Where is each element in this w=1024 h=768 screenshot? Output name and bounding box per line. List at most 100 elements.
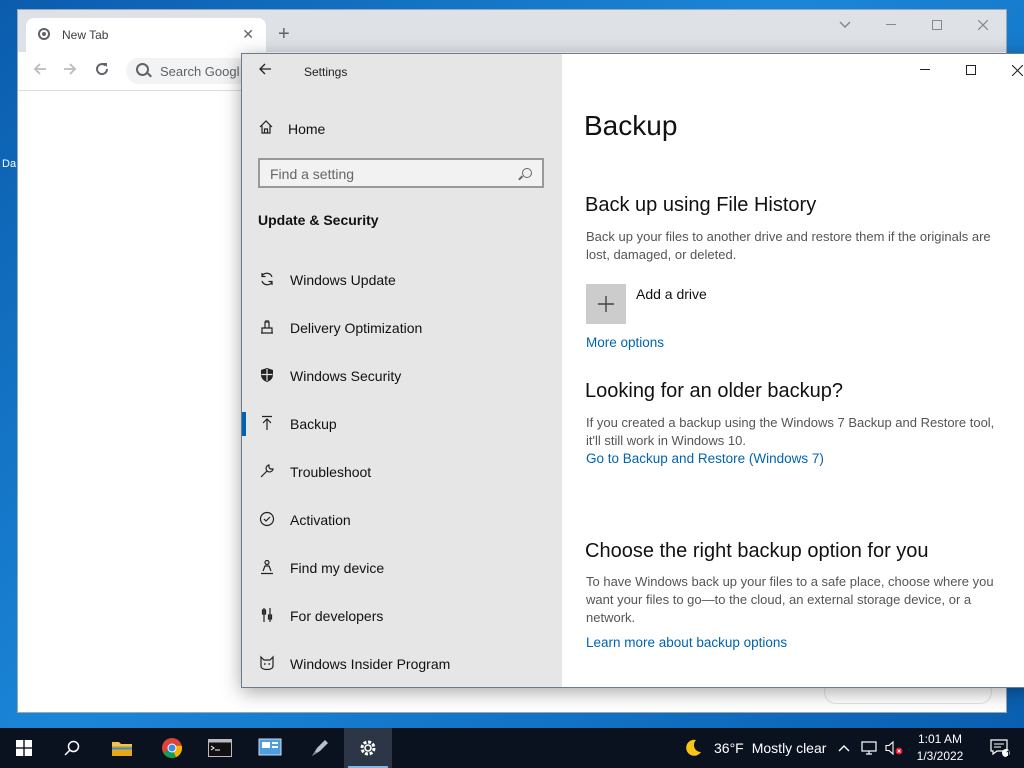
sidebar-item-backup[interactable]: Backup xyxy=(242,402,562,446)
weather-temperature: 36°F xyxy=(714,740,744,756)
close-icon[interactable] xyxy=(994,54,1024,86)
sidebar-item-delivery-optimization[interactable]: Delivery Optimization xyxy=(242,306,562,350)
clock-date: 1/3/2022 xyxy=(916,749,964,763)
chrome-maximize-icon[interactable] xyxy=(914,10,960,40)
page-title: Backup xyxy=(584,110,678,141)
sidebar-item-for-developers[interactable]: For developers xyxy=(242,594,562,638)
taskbar: 36°F Mostly clear 1:01 AM 1/3/2022 1 xyxy=(0,728,1024,768)
taskbar-clock[interactable]: 1:01 AM 1/3/2022 xyxy=(905,731,975,765)
back-arrow-icon[interactable] xyxy=(32,61,48,82)
chrome-close-icon[interactable] xyxy=(960,10,1006,40)
home-label: Home xyxy=(288,121,326,137)
sidebar-item-windows-insider-program[interactable]: Windows Insider Program xyxy=(242,642,562,686)
volume-button[interactable] xyxy=(884,728,904,768)
chrome-tab-bar: New Tab ✕ + xyxy=(18,10,1006,52)
search-icon xyxy=(136,63,149,76)
learn-more-backup-link[interactable]: Learn more about backup options xyxy=(586,635,787,650)
tab-close-icon[interactable]: ✕ xyxy=(242,26,254,43)
app-taskbar-button[interactable] xyxy=(296,728,344,768)
settings-sidebar: Settings Home Find a setting Update & Se… xyxy=(242,54,562,687)
chrome-minimize-icon[interactable] xyxy=(868,10,914,40)
settings-window-controls xyxy=(902,54,1024,86)
start-button[interactable] xyxy=(0,728,48,768)
home-nav-item[interactable]: Home xyxy=(258,118,325,140)
weather-widget[interactable]: 36°F Mostly clear xyxy=(682,728,826,768)
taskbar-search-button[interactable] xyxy=(48,728,96,768)
chrome-tab-title: New Tab xyxy=(62,28,109,42)
terminal-taskbar-button[interactable] xyxy=(196,728,244,768)
show-hidden-icons-button[interactable] xyxy=(838,728,850,768)
section-title: Update & Security xyxy=(258,212,379,228)
home-icon xyxy=(258,119,274,140)
sidebar-item-troubleshoot[interactable]: Troubleshoot xyxy=(242,450,562,494)
new-tab-button[interactable]: + xyxy=(278,24,290,44)
add-drive-label: Add a drive xyxy=(636,286,707,302)
chrome-logo-icon xyxy=(162,738,183,759)
add-drive-button[interactable]: Add a drive xyxy=(586,284,707,324)
window-title: Settings xyxy=(304,65,348,79)
rocket-app-icon xyxy=(312,740,328,756)
notification-count: 1 xyxy=(1006,749,1012,759)
moon-icon xyxy=(686,739,701,756)
control-panel-icon xyxy=(258,738,282,756)
windows-logo-icon xyxy=(16,740,32,756)
search-placeholder: Find a setting xyxy=(270,166,355,182)
sidebar-item-find-my-device[interactable]: Find my device xyxy=(242,546,562,590)
plus-icon xyxy=(586,284,626,324)
person-locate-icon xyxy=(258,558,276,576)
sidebar-item-label: Find my device xyxy=(290,560,385,576)
choose-option-description: To have Windows back up your files to a … xyxy=(586,574,994,625)
forward-arrow-icon[interactable] xyxy=(62,61,78,82)
sidebar-item-label: Delivery Optimization xyxy=(290,320,423,336)
sidebar-item-label: Windows Security xyxy=(290,368,402,384)
maximize-icon[interactable] xyxy=(948,54,994,86)
chevron-up-icon xyxy=(838,745,850,752)
sidebar-item-activation[interactable]: Activation xyxy=(242,498,562,542)
action-center-button[interactable]: 1 xyxy=(976,728,1024,768)
desktop-icon-label-fragment[interactable]: Da xyxy=(2,158,16,170)
sidebar-item-windows-security[interactable]: Windows Security xyxy=(242,354,562,398)
minimize-icon[interactable] xyxy=(902,54,948,86)
upload-arrow-icon xyxy=(258,414,276,432)
folder-icon xyxy=(112,742,132,756)
weather-condition: Mostly clear xyxy=(751,740,827,756)
backup-restore-windows7-link[interactable]: Go to Backup and Restore (Windows 7) xyxy=(586,451,824,466)
tab-search-chevron-icon[interactable] xyxy=(822,10,868,40)
file-explorer-button[interactable] xyxy=(98,728,146,768)
older-backup-description: If you created a backup using the Window… xyxy=(586,415,995,448)
terminal-icon xyxy=(208,739,232,757)
clock-time: 1:01 AM xyxy=(917,732,963,746)
wrench-icon xyxy=(258,462,276,480)
search-icon xyxy=(522,168,532,178)
settings-search-input[interactable]: Find a setting xyxy=(258,158,544,188)
chrome-taskbar-button[interactable] xyxy=(148,728,196,768)
omnibox-placeholder: Search Googl xyxy=(160,64,240,79)
older-backup-heading: Looking for an older backup? xyxy=(585,380,843,402)
network-icon xyxy=(861,741,877,755)
network-button[interactable] xyxy=(860,728,878,768)
sidebar-item-label: Activation xyxy=(290,512,351,528)
delivery-icon xyxy=(258,318,276,336)
sidebar-item-label: Backup xyxy=(290,416,337,432)
control-panel-taskbar-button[interactable] xyxy=(246,728,294,768)
settings-taskbar-button[interactable] xyxy=(344,728,392,768)
chrome-favicon-icon xyxy=(38,28,50,40)
chrome-tab-new-tab[interactable]: New Tab ✕ xyxy=(26,18,266,52)
insider-cat-icon xyxy=(258,654,276,672)
settings-content: Backup Back up using File History Back u… xyxy=(562,54,1024,687)
sidebar-item-label: For developers xyxy=(290,608,384,624)
sidebar-item-label: Windows Update xyxy=(290,272,396,288)
choose-option-heading: Choose the right backup option for you xyxy=(585,540,929,562)
sidebar-item-label: Windows Insider Program xyxy=(290,656,451,672)
file-history-heading: Back up using File History xyxy=(585,194,817,216)
volume-muted-icon xyxy=(885,740,903,756)
more-options-link[interactable]: More options xyxy=(586,335,664,350)
reload-icon[interactable] xyxy=(94,61,110,82)
gear-icon xyxy=(360,740,376,756)
file-history-description: Back up your files to another drive and … xyxy=(586,229,991,262)
refresh-icon xyxy=(258,270,276,288)
settings-window: Settings Home Find a setting Update & Se… xyxy=(241,53,1024,688)
sidebar-item-windows-update[interactable]: Windows Update xyxy=(242,258,562,302)
back-arrow-icon[interactable] xyxy=(258,62,272,81)
search-icon xyxy=(64,740,80,756)
